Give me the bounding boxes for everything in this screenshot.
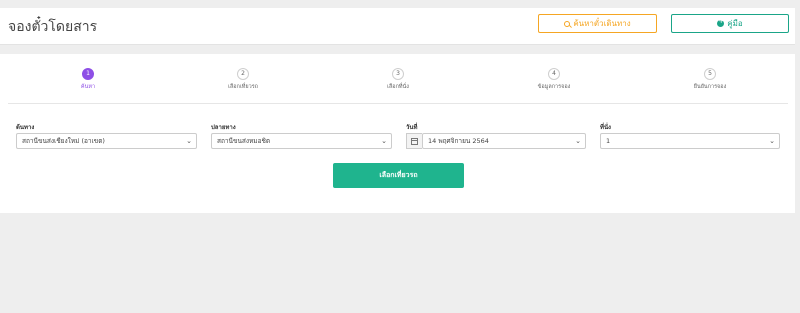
step-search: 1 ค้นหา [48, 68, 128, 91]
step-number: 4 [548, 68, 560, 80]
seats-label: ที่นั่ง [600, 124, 611, 131]
manual-button[interactable]: คู่มือ [671, 14, 789, 33]
search-icon [564, 20, 571, 27]
destination-select[interactable]: สถานีขนส่งหมอชิต ⌄ [211, 133, 392, 149]
date-select[interactable]: 14 พฤศจิกายน 2564 ⌄ [422, 133, 586, 149]
step-number: 2 [237, 68, 249, 80]
step-booking-info: 4 ข้อมูลการจอง [514, 68, 594, 91]
step-select-trip: 2 เลือกเที่ยวรถ [203, 68, 283, 91]
chevron-down-icon: ⌄ [575, 137, 581, 145]
select-trip-button[interactable]: เลือกเที่ยวรถ [333, 163, 464, 188]
step-confirm: 5 ยืนยันการจอง [670, 68, 750, 91]
origin-label: ต้นทาง [16, 124, 35, 131]
destination-label: ปลายทาง [211, 124, 236, 131]
booking-panel: 1 ค้นหา 2 เลือกเที่ยวรถ 3 เลือกที่นั่ง 4… [0, 54, 795, 213]
step-number: 5 [704, 68, 716, 80]
chevron-down-icon: ⌄ [381, 137, 387, 145]
top-strip [0, 0, 800, 8]
date-value: 14 พฤศจิกายน 2564 [428, 137, 489, 145]
search-ticket-label: ค้นหาตั๋วเดินทาง [573, 19, 631, 28]
plus-circle-icon [717, 17, 725, 27]
step-label: ยืนยันการจอง [693, 84, 727, 90]
origin-select[interactable]: สถานีขนส่งเชียงใหม่ (อาเขต) ⌄ [16, 133, 197, 149]
seats-value: 1 [606, 137, 611, 145]
chevron-down-icon: ⌄ [186, 137, 192, 145]
step-number: 3 [392, 68, 404, 80]
origin-value: สถานีขนส่งเชียงใหม่ (อาเขต) [22, 137, 105, 145]
step-number: 1 [82, 68, 94, 80]
seats-select[interactable]: 1 ⌄ [600, 133, 780, 149]
page-title: จองตั๋วโดยสาร [8, 19, 98, 35]
calendar-addon[interactable] [406, 133, 422, 149]
step-label: ค้นหา [80, 84, 96, 90]
step-label: ข้อมูลการจอง [537, 84, 571, 90]
chevron-down-icon: ⌄ [769, 137, 775, 145]
page-header: จองตั๋วโดยสาร ค้นหาตั๋วเดินทาง คู่มือ [0, 8, 795, 45]
date-label: วันที่ [406, 124, 418, 131]
manual-label: คู่มือ [727, 19, 743, 28]
search-ticket-button[interactable]: ค้นหาตั๋วเดินทาง [538, 14, 657, 33]
step-select-seat: 3 เลือกที่นั่ง [358, 68, 438, 91]
step-label: เลือกที่นั่ง [387, 84, 409, 90]
step-label: เลือกเที่ยวรถ [228, 84, 258, 90]
calendar-icon [411, 137, 418, 145]
step-progress: 1 ค้นหา 2 เลือกเที่ยวรถ 3 เลือกที่นั่ง 4… [8, 68, 788, 104]
destination-value: สถานีขนส่งหมอชิต [217, 137, 271, 145]
